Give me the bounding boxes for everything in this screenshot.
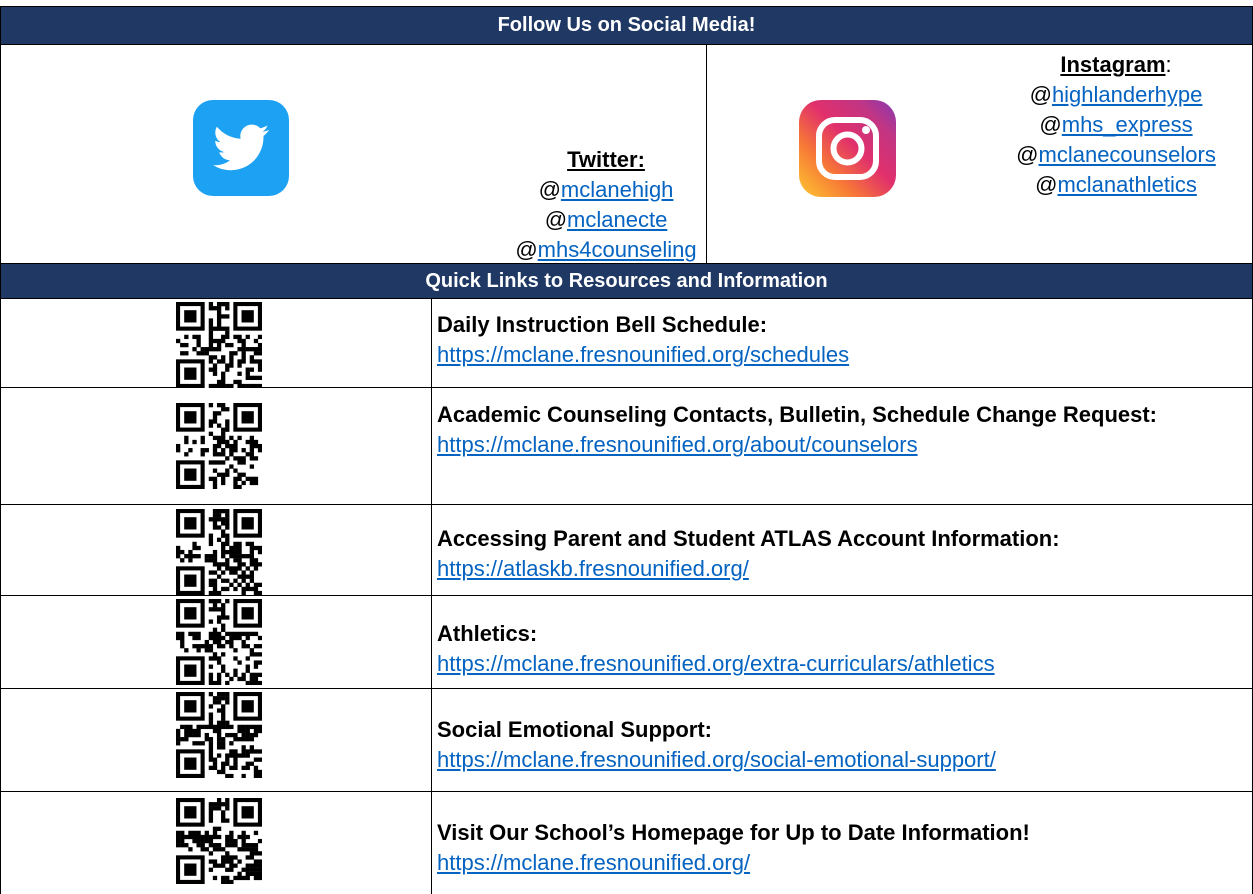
qr-code-icon[interactable]: [176, 302, 262, 388]
social-divider: [706, 45, 707, 263]
twitter-handle: @mhs4counseling: [515, 237, 697, 262]
social-media-header: Follow Us on Social Media!: [0, 6, 1253, 45]
resource-row: Visit Our School’s Homepage for Up to Da…: [437, 818, 1237, 878]
instagram-handle-link[interactable]: highlanderhype: [1052, 82, 1202, 107]
resource-row: Academic Counseling Contacts, Bulletin, …: [437, 400, 1197, 460]
instagram-handle-link[interactable]: mhs_express: [1062, 112, 1193, 137]
twitter-bird-icon[interactable]: [193, 100, 289, 196]
qr-code-icon[interactable]: [176, 599, 262, 685]
resource-row: Accessing Parent and Student ATLAS Accou…: [437, 524, 1237, 584]
social-media-header-text: Follow Us on Social Media!: [497, 14, 756, 36]
resource-link[interactable]: https://mclane.fresnounified.org/extra-c…: [437, 651, 995, 676]
resource-link[interactable]: https://mclane.fresnounified.org/about/c…: [437, 432, 918, 457]
twitter-handle: @mclanecte: [544, 207, 668, 232]
resource-label: Athletics:: [437, 621, 538, 646]
instagram-handle: @mhs_express: [1039, 112, 1193, 137]
resource-label: Accessing Parent and Student ATLAS Accou…: [437, 526, 1060, 551]
quick-links-header-text: Quick Links to Resources and Information: [425, 269, 828, 292]
resource-row: Daily Instruction Bell Schedule: https:/…: [437, 310, 1237, 370]
quick-links-header: Quick Links to Resources and Information: [0, 263, 1253, 299]
instagram-title: Instagram: [1060, 52, 1166, 77]
resource-link[interactable]: https://atlaskb.fresnounified.org/: [437, 556, 749, 581]
qr-code-icon[interactable]: [176, 509, 262, 595]
twitter-handle-link[interactable]: mclanecte: [567, 207, 667, 232]
instagram-handle-link[interactable]: mclanathletics: [1057, 172, 1196, 197]
qr-code-icon[interactable]: [176, 692, 262, 778]
instagram-handles: Instagram: @highlanderhype @mhs_express …: [971, 50, 1253, 200]
table-left-border: [0, 299, 1, 894]
row-divider: [0, 595, 1253, 596]
instagram-handle: @mclanecounselors: [1016, 142, 1216, 167]
resource-link[interactable]: https://mclane.fresnounified.org/social-…: [437, 747, 996, 772]
resource-label: Visit Our School’s Homepage for Up to Da…: [437, 820, 1030, 845]
instagram-handle-link[interactable]: mclanecounselors: [1039, 142, 1216, 167]
qr-code-icon[interactable]: [176, 798, 262, 884]
twitter-handle: @mclanehigh: [538, 177, 674, 202]
twitter-title: Twitter:: [567, 147, 645, 172]
resource-link[interactable]: https://mclane.fresnounified.org/schedul…: [437, 342, 849, 367]
instagram-handle: @highlanderhype: [1029, 82, 1203, 107]
twitter-handles: Twitter: @mclanehigh @mclanecte @mhs4cou…: [506, 145, 706, 265]
resource-row: Athletics: https://mclane.fresnounified.…: [437, 619, 1237, 679]
resource-link[interactable]: https://mclane.fresnounified.org/: [437, 850, 750, 875]
row-divider: [0, 791, 1253, 792]
resource-label: Social Emotional Support:: [437, 717, 713, 742]
row-divider: [0, 504, 1253, 505]
table-column-divider: [431, 299, 432, 894]
resource-flyer: Follow Us on Social Media! Twitter: @mcl…: [0, 0, 1253, 894]
resource-label: Daily Instruction Bell Schedule:: [437, 312, 768, 337]
twitter-handle-link[interactable]: mclanehigh: [561, 177, 674, 202]
resource-row: Social Emotional Support: https://mclane…: [437, 715, 1237, 775]
resource-label: Academic Counseling Contacts, Bulletin, …: [437, 402, 1158, 427]
row-divider: [0, 688, 1253, 689]
twitter-handle-link[interactable]: mhs4counseling: [538, 237, 697, 262]
qr-code-icon[interactable]: [176, 403, 262, 489]
social-media-row: Twitter: @mclanehigh @mclanecte @mhs4cou…: [0, 45, 1253, 263]
instagram-handle: @mclanathletics: [1035, 172, 1197, 197]
instagram-camera-icon[interactable]: [799, 100, 896, 197]
